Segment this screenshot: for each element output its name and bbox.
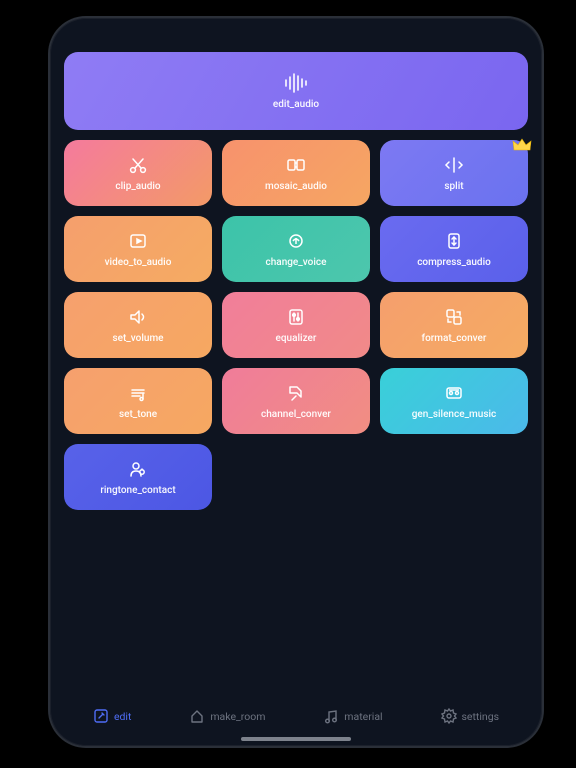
tile-label: clip_audio (115, 181, 160, 192)
tone-icon (128, 383, 148, 403)
nav-edit[interactable]: edit (93, 708, 131, 724)
tile-label: split (444, 181, 463, 192)
nav-settings[interactable]: settings (441, 708, 500, 724)
tile-set-volume[interactable]: set_volume (64, 292, 212, 358)
tile-compress-audio[interactable]: compress_audio (380, 216, 528, 282)
equalizer-icon (286, 307, 306, 327)
compress-icon (444, 231, 464, 251)
bottom-nav: edit make_room material settings (64, 698, 528, 734)
tile-label: gen_silence_music (412, 409, 496, 420)
tile-label: ringtone_contact (100, 485, 175, 496)
voice-icon (286, 231, 306, 251)
nav-label: make_room (210, 710, 265, 723)
tile-label: change_voice (266, 257, 327, 268)
tile-clip-audio[interactable]: clip_audio (64, 140, 212, 206)
tile-change-voice[interactable]: change_voice (222, 216, 370, 282)
tile-label: equalizer (276, 333, 317, 344)
home-indicator (241, 737, 351, 741)
tile-label: set_volume (112, 333, 163, 344)
tile-label: mosaic_audio (265, 181, 327, 192)
tile-ringtone-contact[interactable]: ringtone_contact (64, 444, 212, 510)
tile-label: video_to_audio (105, 257, 172, 268)
edit-audio-hero[interactable]: edit_audio (64, 52, 528, 130)
tile-label: format_conver (422, 333, 487, 344)
home-icon (189, 708, 205, 724)
nav-material[interactable]: material (323, 708, 382, 724)
nav-label: material (344, 710, 382, 723)
nav-label: edit (114, 710, 131, 723)
settings-icon (441, 708, 457, 724)
tile-label: compress_audio (417, 257, 491, 268)
split-icon (444, 155, 464, 175)
channel-icon (286, 383, 306, 403)
tile-grid: clip_audio mosaic_audio split video_to_a… (64, 140, 528, 510)
waveform-icon (282, 73, 310, 93)
tile-channel-conver[interactable]: channel_conver (222, 368, 370, 434)
mosaic-icon (286, 155, 306, 175)
scissors-icon (128, 155, 148, 175)
music-icon (323, 708, 339, 724)
hero-label: edit_audio (273, 99, 319, 110)
gensilence-icon (444, 383, 464, 403)
convert-icon (444, 307, 464, 327)
ringtone-icon (128, 459, 148, 479)
tile-gen-silence-music[interactable]: gen_silence_music (380, 368, 528, 434)
device-frame: edit_audio clip_audio mosaic_audio split… (50, 18, 542, 746)
tile-label: set_tone (119, 409, 157, 420)
tile-equalizer[interactable]: equalizer (222, 292, 370, 358)
tile-mosaic-audio[interactable]: mosaic_audio (222, 140, 370, 206)
nav-make-room[interactable]: make_room (189, 708, 265, 724)
tile-format-conver[interactable]: format_conver (380, 292, 528, 358)
tile-set-tone[interactable]: set_tone (64, 368, 212, 434)
main-content: edit_audio clip_audio mosaic_audio split… (64, 52, 528, 692)
crown-icon (512, 136, 532, 156)
tile-label: channel_conver (261, 409, 331, 420)
volume-icon (128, 307, 148, 327)
nav-label: settings (462, 710, 500, 723)
tile-split[interactable]: split (380, 140, 528, 206)
video-icon (128, 231, 148, 251)
tile-video-to-audio[interactable]: video_to_audio (64, 216, 212, 282)
edit-icon (93, 708, 109, 724)
